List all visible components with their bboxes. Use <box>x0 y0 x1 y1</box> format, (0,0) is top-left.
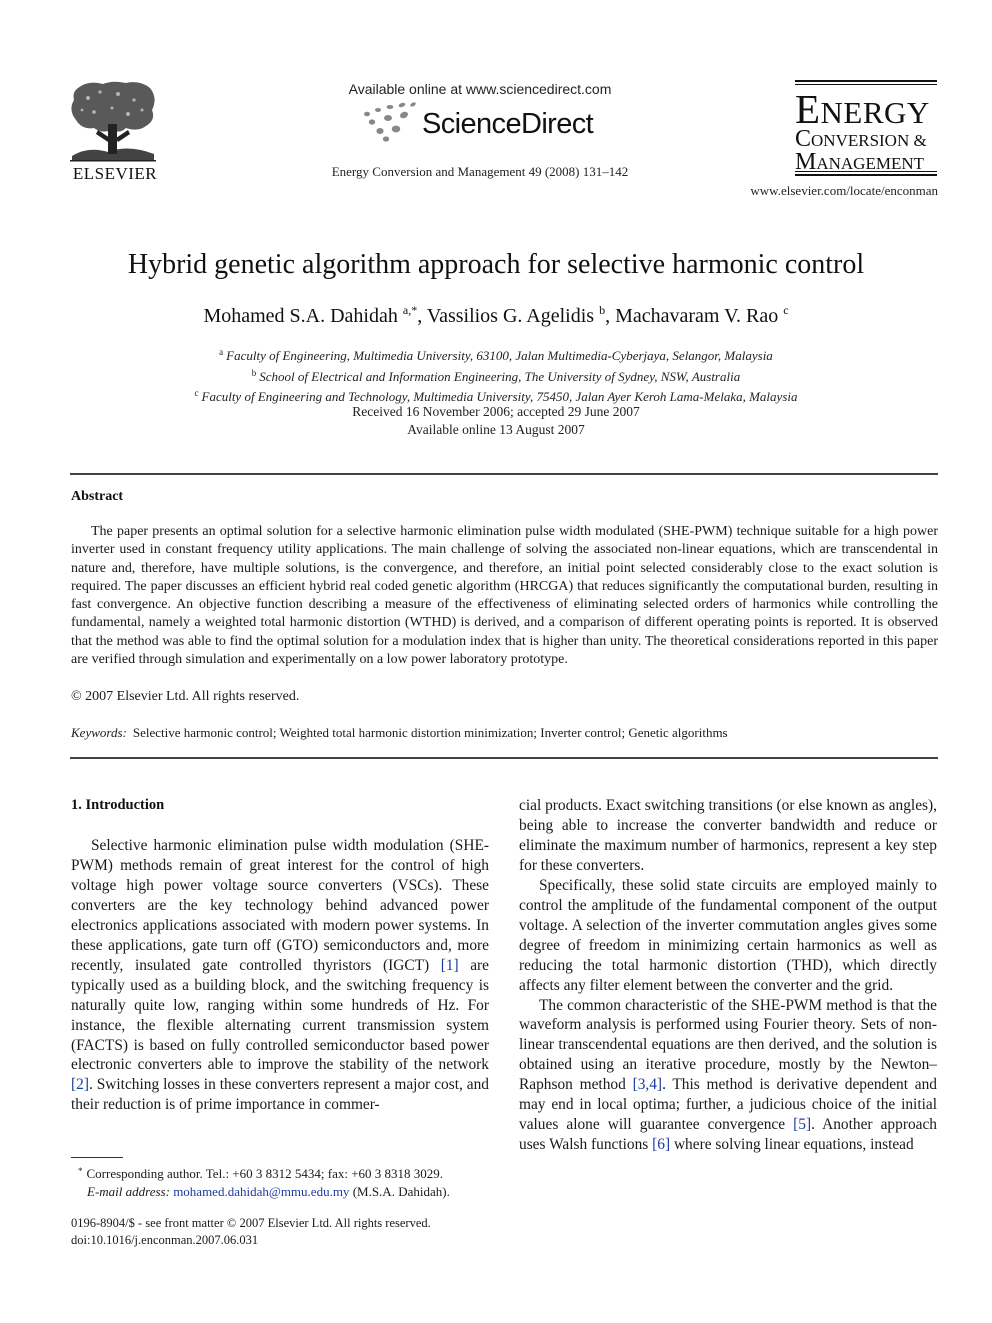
author-affiliation-mark[interactable]: c <box>783 303 788 317</box>
affiliation: a Faculty of Engineering, Multimedia Univ… <box>40 344 952 365</box>
sciencedirect-logo[interactable]: ScienceDirect <box>360 102 600 142</box>
divider <box>70 757 938 759</box>
author-separator: , <box>605 305 616 327</box>
right-column: cial products. Exact switching transitio… <box>519 796 937 1155</box>
affiliation-mark: a <box>219 347 224 357</box>
author-affiliation-mark[interactable]: a,* <box>403 303 417 317</box>
abstract-body: The paper presents an optimal solution f… <box>71 523 938 669</box>
author-name[interactable]: Mohamed S.A. Dahidah <box>203 305 397 327</box>
footnote-email-line: E-mail address: mohamed.dahidah@mmu.edu.… <box>78 1183 498 1201</box>
sciencedirect-dots-icon <box>364 102 416 142</box>
body-text: are typically used as a building block, … <box>71 956 490 1074</box>
abstract-copyright: © 2007 Elsevier Ltd. All rights reserved… <box>71 689 300 704</box>
citation-link[interactable]: [6] <box>652 1136 670 1153</box>
affiliations: a Faculty of Engineering, Multimedia Univ… <box>40 344 952 406</box>
affiliation-text: School of Electrical and Information Eng… <box>259 368 741 384</box>
email-label: E-mail address: <box>87 1184 170 1199</box>
author-name[interactable]: Machavaram V. Rao <box>615 305 778 327</box>
sciencedirect-wordmark: ScienceDirect <box>422 108 594 140</box>
journal-logo-rule-top-thin <box>795 84 937 85</box>
author-list: Mohamed S.A. Dahidah a,*, Vassilios G. A… <box>40 303 952 328</box>
journal-citation: Energy Conversion and Management 49 (200… <box>331 164 629 179</box>
keywords-list: Selective harmonic control; Weighted tot… <box>132 725 728 740</box>
article-title: Hybrid genetic algorithm approach for se… <box>127 249 865 280</box>
elsevier-logo: ELSEVIER <box>68 80 162 184</box>
footnote-line: * Corresponding author. Tel.: +60 3 8312 … <box>78 1162 498 1183</box>
journal-logo: ENERGY CONVERSION & MANAGEMENT <box>795 80 937 176</box>
citation-link[interactable]: [1] <box>441 957 459 974</box>
citation-link[interactable]: [5] <box>793 1116 811 1133</box>
footnote-divider <box>71 1157 123 1158</box>
journal-url-link[interactable]: www.elsevier.com/locate/enconman <box>700 183 938 199</box>
journal-logo-line3: MANAGEMENT <box>795 150 937 176</box>
elsevier-tree-icon <box>70 81 156 162</box>
journal-logo-word: ONVERSION & <box>811 131 927 150</box>
doi-link[interactable]: doi:10.1016/j.enconman.2007.06.031 <box>71 1232 501 1249</box>
body-paragraph: Selective harmonic elimination pulse wid… <box>71 836 489 1115</box>
body-text: . Switching losses in these converters r… <box>71 1076 489 1114</box>
email-link[interactable]: mohamed.dahidah@mmu.edu.my <box>173 1184 349 1199</box>
affiliation-text: Faculty of Engineering and Technology, M… <box>201 389 798 404</box>
section-heading-introduction: 1. Introduction <box>71 797 165 813</box>
received-date: Received 16 November 2006; accepted 29 J… <box>352 404 640 419</box>
citation-link[interactable]: [3,4] <box>633 1076 663 1093</box>
issn-line: 0196-8904/$ - see front matter © 2007 El… <box>71 1216 431 1230</box>
affiliation-mark: c <box>194 388 199 398</box>
journal-logo-rule-bottom-thin <box>795 171 937 172</box>
abstract-paragraph: The paper presents an optimal solution f… <box>71 524 938 668</box>
author-name[interactable]: Vassilios G. Agelidis <box>427 305 594 327</box>
citation-link[interactable]: [2] <box>71 1076 89 1093</box>
available-online-link[interactable]: Available online at www.sciencedirect.co… <box>280 81 680 97</box>
affiliation-text: Faculty of Engineering, Multimedia Unive… <box>226 348 773 363</box>
body-paragraph: Specifically, these solid state circuits… <box>519 876 937 994</box>
elsevier-wordmark: ELSEVIER <box>72 164 158 183</box>
email-owner: (M.S.A. Dahidah). <box>349 1184 450 1199</box>
corresponding-author-footnote: * Corresponding author. Tel.: +60 3 8312 … <box>78 1162 498 1201</box>
journal-logo-rule-bottom <box>795 174 937 176</box>
article-dates: Received 16 November 2006; accepted 29 J… <box>40 403 952 439</box>
author-separator: , <box>417 305 427 327</box>
front-matter: 0196-8904/$ - see front matter © 2007 El… <box>71 1215 501 1249</box>
available-online-date: Available online 13 August 2007 <box>407 422 585 437</box>
footnote-mark: * <box>78 1166 83 1176</box>
footnote-text: Corresponding author. Tel.: +60 3 8312 5… <box>86 1166 444 1181</box>
body-text: Selective harmonic elimination pulse wid… <box>71 837 489 974</box>
body-text: where solving linear equations, instead <box>670 1136 914 1154</box>
abstract-heading: Abstract <box>71 489 124 504</box>
journal-logo-word: NERGY <box>820 95 930 130</box>
affiliation: b School of Electrical and Information En… <box>40 365 952 386</box>
keywords-label: Keywords: <box>71 725 127 740</box>
journal-logo-rule-top <box>795 80 937 82</box>
divider <box>70 473 938 475</box>
affiliation-mark: b <box>251 367 257 378</box>
body-paragraph: cial products. Exact switching transitio… <box>519 797 937 874</box>
body-paragraph: The common characteristic of the SHE-PWM… <box>519 996 937 1156</box>
left-column: Selective harmonic elimination pulse wid… <box>71 836 489 1115</box>
keywords: Keywords: Selective harmonic control; Wei… <box>71 725 938 741</box>
